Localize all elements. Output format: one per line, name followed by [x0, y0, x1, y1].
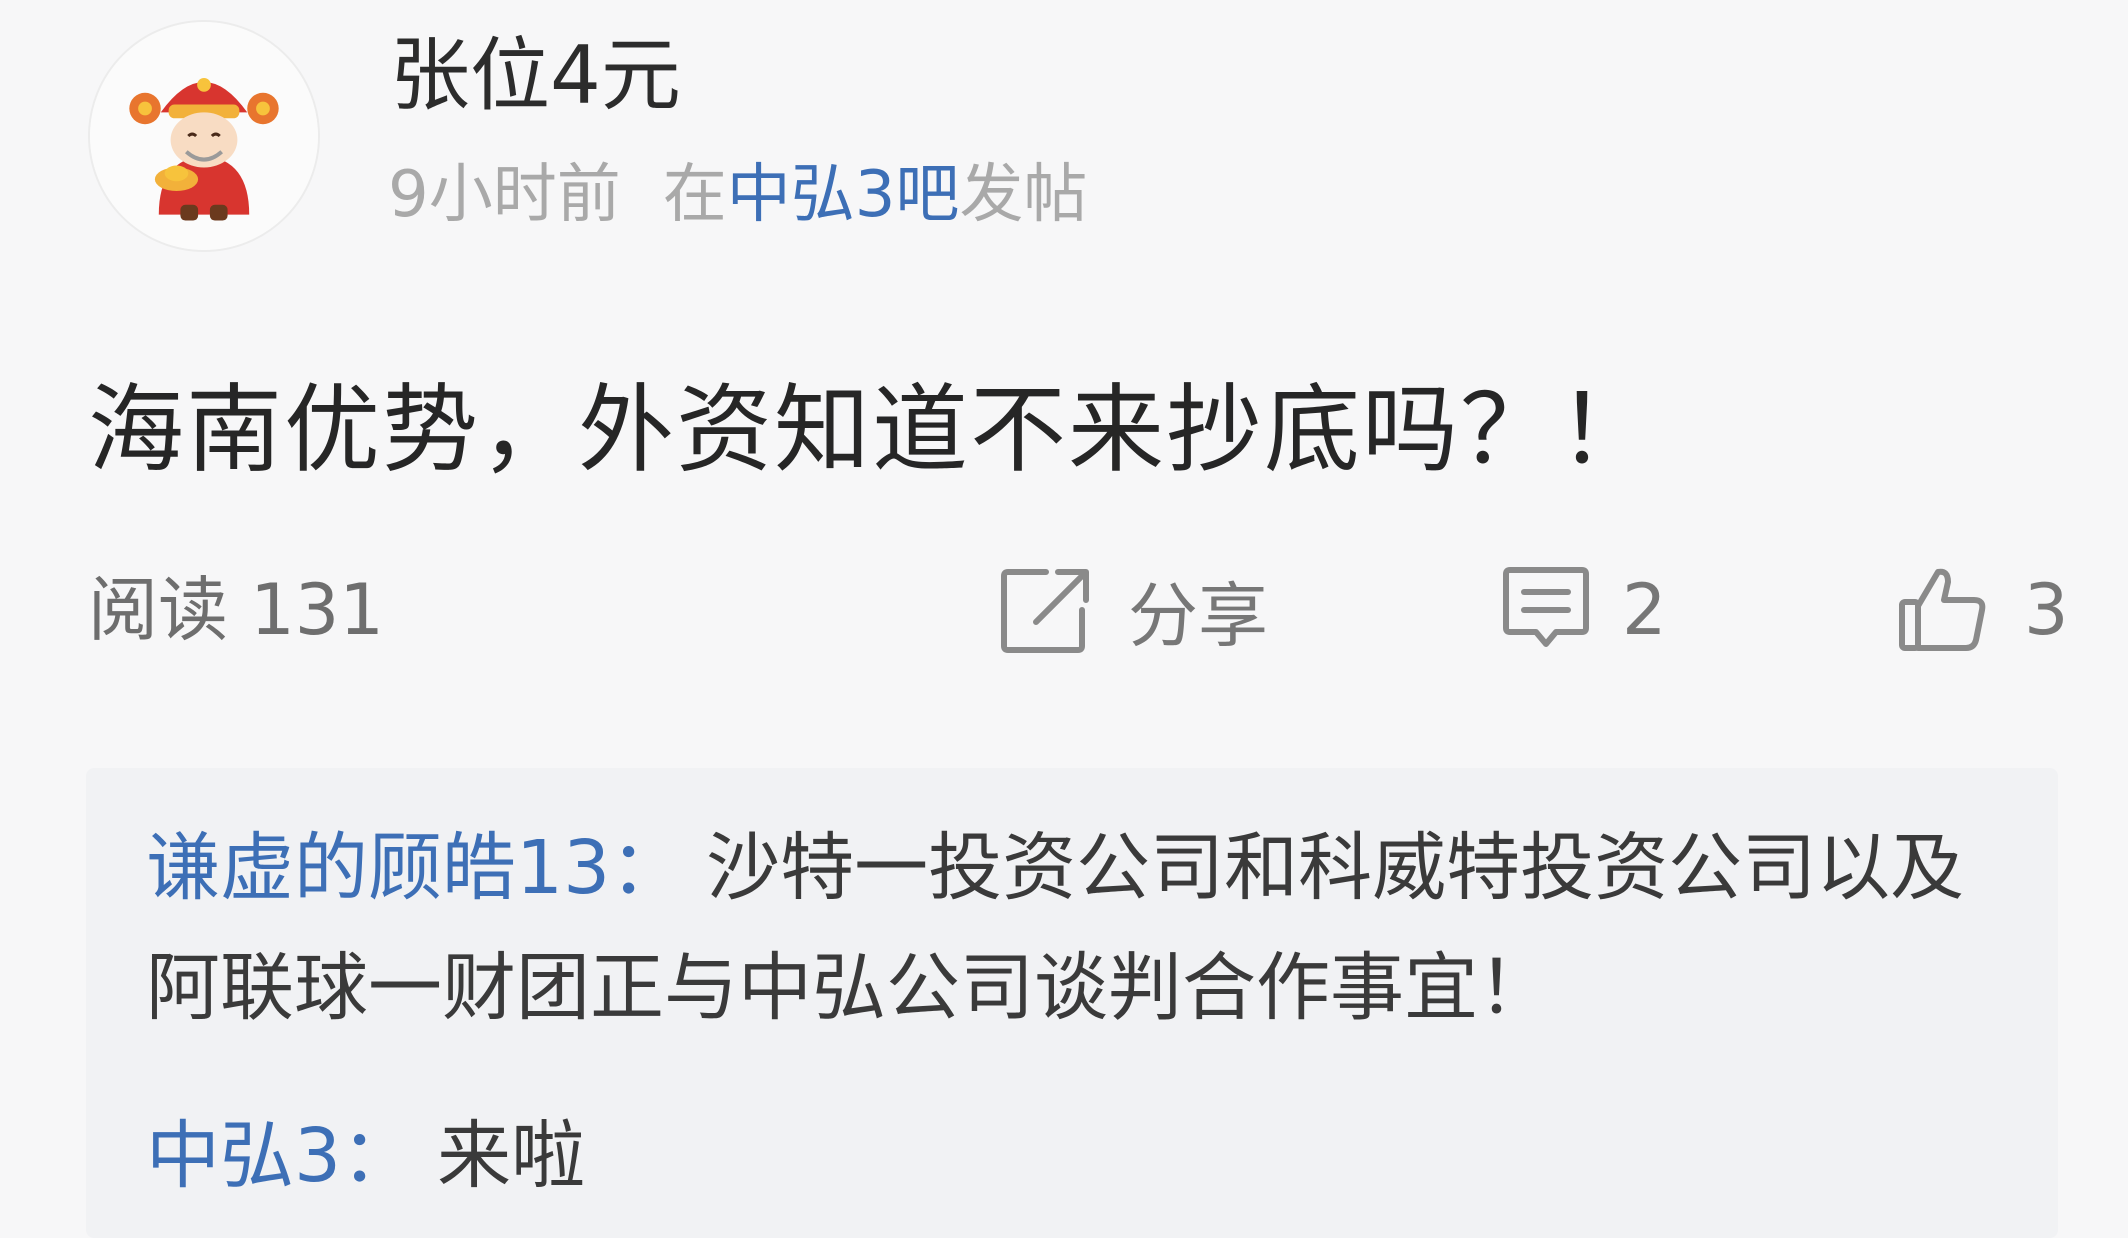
comment-button[interactable]: 2	[1500, 560, 1667, 660]
post-stats-bar: 阅读 131 分享 2 3	[0, 560, 2128, 660]
share-icon	[1001, 569, 1089, 653]
reply-colon: ：	[610, 825, 685, 911]
reply-author[interactable]: 中弘3	[146, 1113, 341, 1199]
comment-icon	[1503, 567, 1589, 647]
reply-item[interactable]: 谦虚的顾皓13： 沙特一投资公司和科威特投资公司以及阿联球一财团正与中弘公司谈判合…	[146, 808, 2026, 1048]
reply-text: 来啦	[437, 1113, 586, 1199]
author-avatar[interactable]	[88, 20, 320, 252]
reply-author[interactable]: 谦虚的顾皓13	[146, 825, 610, 911]
meta-suffix: 发帖	[959, 158, 1088, 232]
post-title[interactable]: 海南优势，外资知道不来抄底吗？！	[88, 370, 1656, 490]
caishen-avatar-icon	[90, 22, 318, 250]
thumbs-up-icon	[1899, 568, 1986, 651]
post-time: 9小时前	[388, 158, 621, 232]
reply-preview-box[interactable]: 谦虚的顾皓13： 沙特一投资公司和科威特投资公司以及阿联球一财团正与中弘公司谈判合…	[86, 768, 2058, 1238]
like-count: 3	[2024, 569, 2069, 651]
post-meta: 9小时前 在中弘3吧发帖	[388, 150, 1087, 240]
comment-count: 2	[1622, 569, 1667, 651]
reply-item[interactable]: 中弘3： 来啦	[146, 1096, 585, 1216]
meta-prefix: 在	[662, 158, 727, 232]
share-label: 分享	[1128, 574, 1268, 657]
like-button[interactable]: 3	[1896, 560, 2069, 660]
author-name[interactable]: 张位4元	[390, 26, 681, 126]
reply-colon: ：	[341, 1113, 416, 1199]
forum-link[interactable]: 中弘3吧	[727, 158, 960, 232]
read-count: 阅读 131	[88, 569, 384, 651]
share-button[interactable]: 分享	[1000, 560, 1268, 660]
